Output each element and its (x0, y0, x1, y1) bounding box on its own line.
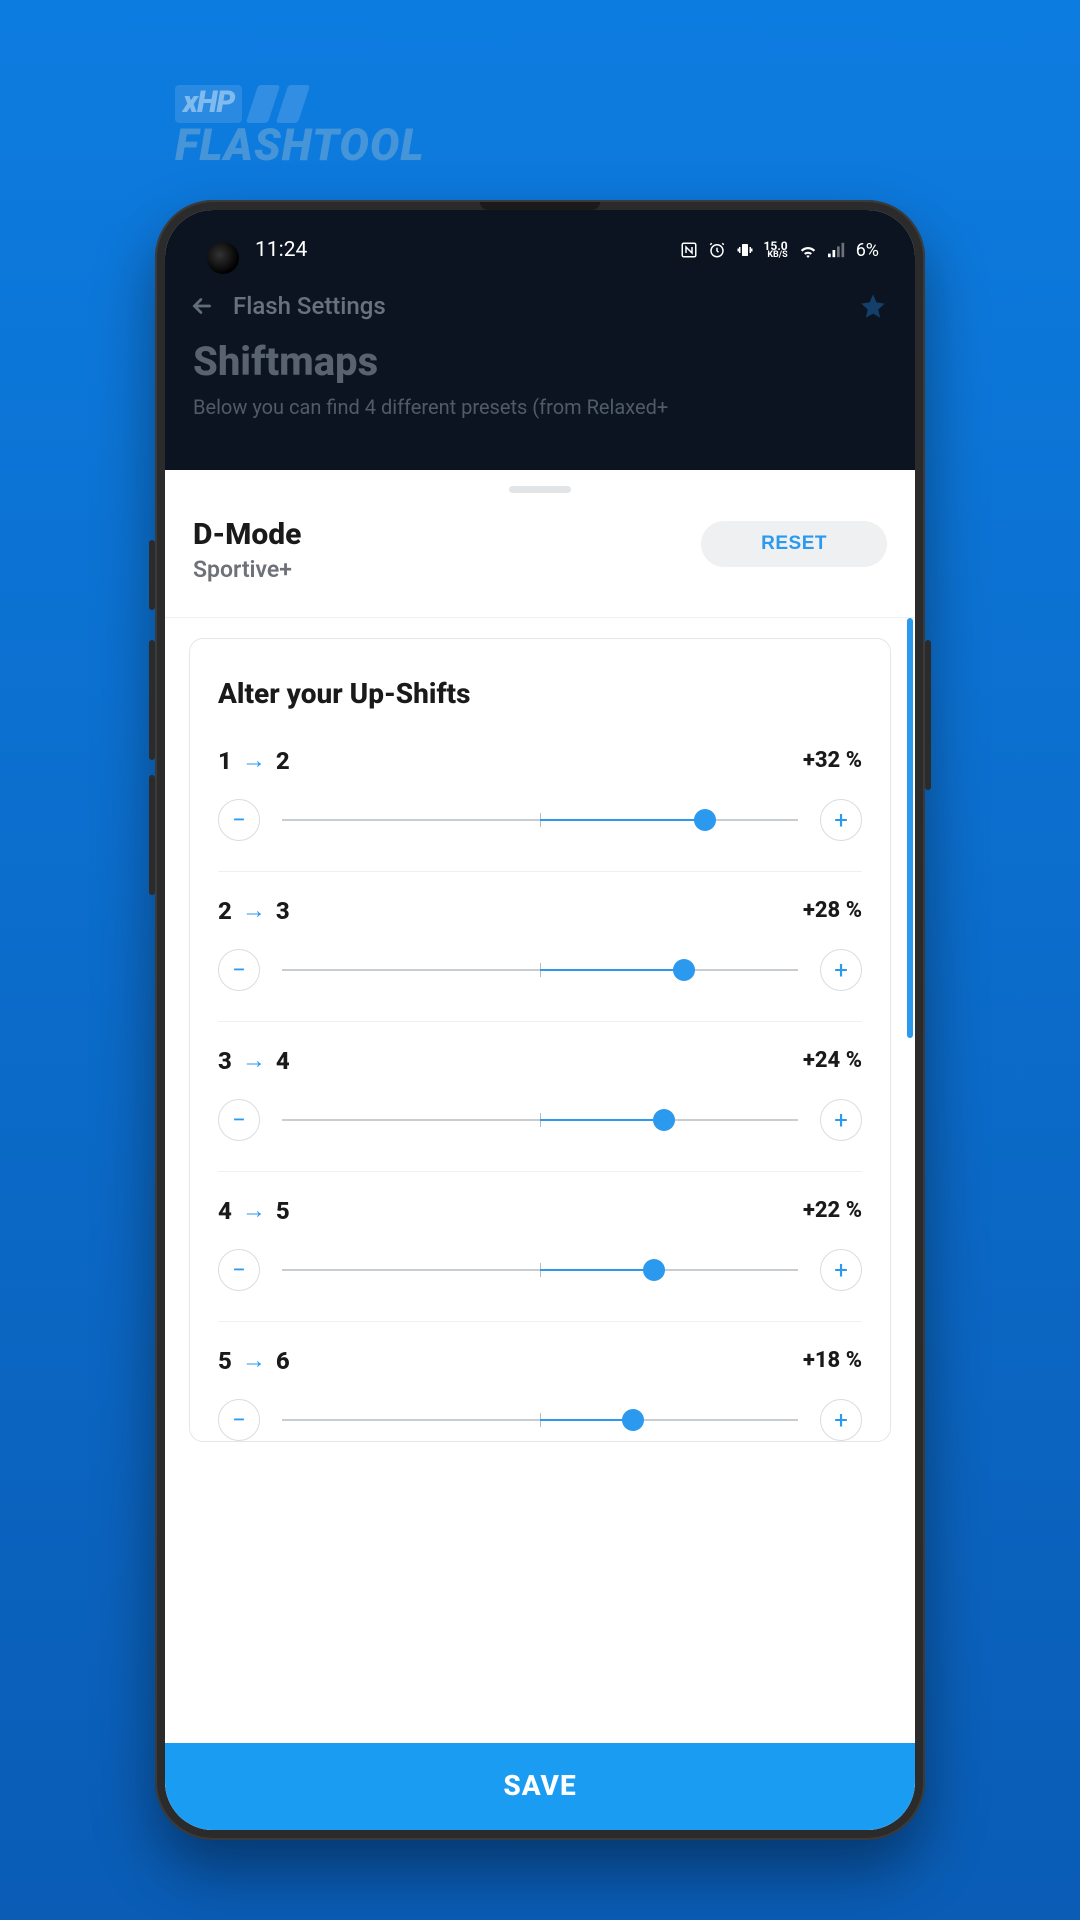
reset-button[interactable]: RESET (701, 521, 887, 567)
mode-subtitle: Sportive+ (193, 556, 301, 583)
shift-row: 2→3 +28 % − + (218, 896, 862, 1022)
network-speed: 15.0 KB/S (764, 241, 788, 260)
nfc-icon (680, 241, 698, 259)
save-button[interactable]: SAVE (165, 1743, 915, 1830)
page-description: Below you can find 4 different presets (… (165, 393, 915, 421)
phone-frame: 11:24 15.0 KB/S 6% Flash S (155, 200, 925, 1840)
shift-percent: +24 % (803, 1048, 862, 1073)
scroll-indicator[interactable] (907, 618, 913, 1038)
shift-slider[interactable] (282, 1119, 798, 1121)
phone-side-button (149, 775, 155, 895)
arrow-right-icon: → (242, 1046, 266, 1075)
arrow-right-icon: → (242, 1196, 266, 1225)
phone-side-button (149, 640, 155, 760)
battery-pct: 6% (856, 240, 879, 261)
shift-percent: +22 % (803, 1198, 862, 1223)
increment-button[interactable]: + (820, 949, 862, 991)
shift-slider[interactable] (282, 1419, 798, 1421)
increment-button[interactable]: + (820, 1399, 862, 1441)
phone-notch (480, 202, 600, 210)
logo-stripes (252, 85, 304, 123)
nav-bar: Flash Settings (165, 274, 915, 328)
nav-title: Flash Settings (233, 292, 386, 320)
increment-button[interactable]: + (820, 1249, 862, 1291)
phone-side-button (149, 540, 155, 610)
shift-slider[interactable] (282, 1269, 798, 1271)
gear-pair: 1→2 (218, 746, 290, 775)
app-header: 11:24 15.0 KB/S 6% Flash S (165, 210, 915, 470)
wifi-icon (798, 242, 818, 258)
slider-thumb[interactable] (694, 809, 716, 831)
alarm-icon (708, 241, 726, 259)
shift-row: 5→6 +18 % − + (218, 1346, 862, 1441)
gear-pair: 3→4 (218, 1046, 290, 1075)
gear-pair: 4→5 (218, 1196, 290, 1225)
status-time: 11:24 (255, 238, 307, 262)
gear-pair: 5→6 (218, 1346, 290, 1375)
shift-card: Alter your Up-Shifts 1→2 +32 % − +2→3 +28 % −… (189, 638, 891, 1442)
shift-slider[interactable] (282, 969, 798, 971)
page-title: Shiftmaps (165, 328, 915, 393)
vibrate-icon (736, 241, 754, 259)
gear-pair: 2→3 (218, 896, 290, 925)
arrow-right-icon: → (242, 746, 266, 775)
decrement-button[interactable]: − (218, 949, 260, 991)
logo-text: FLASHTOOL (175, 119, 424, 171)
shift-percent: +32 % (803, 748, 862, 773)
slider-thumb[interactable] (653, 1109, 675, 1131)
decrement-button[interactable]: − (218, 799, 260, 841)
bottom-sheet: D-Mode Sportive+ RESET Alter your Up-Shi… (165, 470, 915, 1830)
arrow-right-icon: → (242, 896, 266, 925)
logo-badge: xHP (175, 85, 242, 123)
increment-button[interactable]: + (820, 799, 862, 841)
section-title: Alter your Up-Shifts (218, 677, 862, 710)
shift-slider[interactable] (282, 819, 798, 821)
shift-scroll-area[interactable]: Alter your Up-Shifts 1→2 +32 % − +2→3 +28 % −… (165, 618, 915, 1743)
decrement-button[interactable]: − (218, 1249, 260, 1291)
signal-icon (828, 242, 846, 258)
mode-title: D-Mode (193, 517, 301, 552)
phone-side-button (925, 640, 931, 790)
back-icon[interactable] (189, 293, 215, 319)
shift-row: 3→4 +24 % − + (218, 1046, 862, 1172)
decrement-button[interactable]: − (218, 1399, 260, 1441)
camera-hole (207, 242, 239, 274)
increment-button[interactable]: + (820, 1099, 862, 1141)
status-bar: 11:24 15.0 KB/S 6% (165, 232, 915, 274)
shift-percent: +28 % (803, 898, 862, 923)
sheet-handle[interactable] (509, 486, 571, 493)
brand-logo: xHP FLASHTOOL (175, 85, 424, 171)
slider-thumb[interactable] (673, 959, 695, 981)
shift-row: 4→5 +22 % − + (218, 1196, 862, 1322)
slider-thumb[interactable] (643, 1259, 665, 1281)
decrement-button[interactable]: − (218, 1099, 260, 1141)
phone-screen: 11:24 15.0 KB/S 6% Flash S (165, 210, 915, 1830)
arrow-right-icon: → (242, 1346, 266, 1375)
shift-row: 1→2 +32 % − + (218, 746, 862, 872)
slider-thumb[interactable] (622, 1409, 644, 1431)
shift-percent: +18 % (803, 1348, 862, 1373)
star-icon[interactable] (859, 292, 887, 320)
